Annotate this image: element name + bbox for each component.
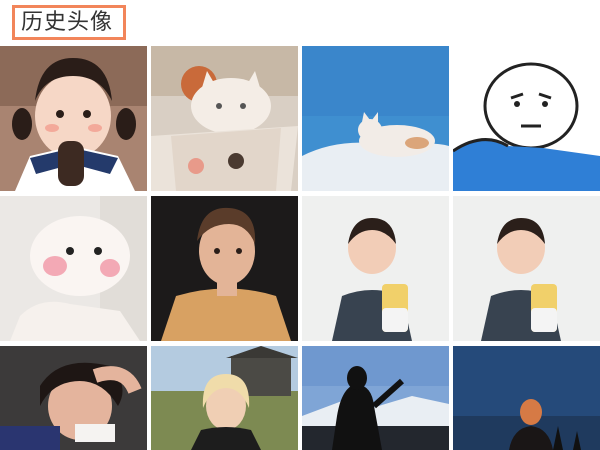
history-header: 历史头像	[0, 0, 600, 46]
avatar-image-cat-in-box	[151, 46, 298, 191]
avatar-image-girl-dusk	[453, 346, 600, 450]
avatar-image-blonde-girl	[151, 346, 298, 450]
avatar-tile-8[interactable]	[453, 196, 600, 341]
avatar-image-toddler-juice-2	[453, 196, 600, 341]
avatar-tile-6[interactable]	[151, 196, 298, 341]
avatar-image-girl-hand-on-head	[0, 346, 147, 450]
avatar-image-toddler-juice	[302, 196, 449, 341]
avatar-image-cat-blue-sky	[302, 46, 449, 191]
avatar-tile-12[interactable]	[453, 346, 600, 450]
avatar-tile-10[interactable]	[151, 346, 298, 450]
avatar-image-cartoon-face	[453, 46, 600, 191]
avatar-tile-7[interactable]	[302, 196, 449, 341]
avatar-tile-3[interactable]	[302, 46, 449, 191]
avatar-tile-9[interactable]	[0, 346, 147, 450]
avatar-image-fluffy-kitten	[0, 196, 147, 341]
avatar-tile-11[interactable]	[302, 346, 449, 450]
avatar-tile-4[interactable]	[453, 46, 600, 191]
avatar-image-young-man	[151, 196, 298, 341]
avatar-grid	[0, 46, 600, 450]
avatar-tile-1[interactable]	[0, 46, 147, 191]
avatar-image-silhouette-mountains	[302, 346, 449, 450]
avatar-tile-5[interactable]	[0, 196, 147, 341]
avatar-tile-2[interactable]	[151, 46, 298, 191]
history-avatars-title: 历史头像	[12, 5, 126, 40]
avatar-image-girl-pigtails	[0, 46, 147, 191]
